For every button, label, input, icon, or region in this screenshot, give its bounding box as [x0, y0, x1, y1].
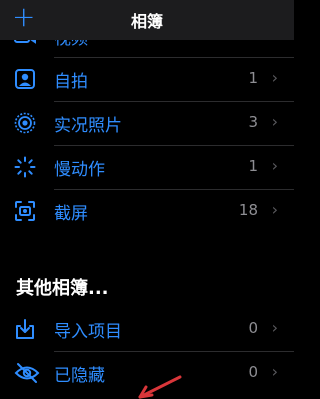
album-row-imports[interactable]: 导入项目 0 ›: [0, 307, 294, 351]
album-count: 1: [248, 69, 258, 87]
annotation-arrow-icon: [138, 375, 182, 399]
hidden-eye-icon: [14, 362, 40, 384]
album-row-live-photos[interactable]: 实况照片 3 ›: [0, 101, 294, 145]
import-icon: [14, 318, 36, 340]
live-photo-icon: [14, 112, 36, 134]
chevron-right-icon: ›: [271, 362, 278, 381]
chevron-right-icon: ›: [271, 112, 278, 131]
album-label: 慢动作: [54, 160, 105, 180]
screenshot-icon: [14, 200, 36, 222]
album-count: 3: [248, 113, 258, 131]
album-label: 自拍: [54, 72, 88, 92]
selfie-icon: [14, 68, 36, 90]
section-title-other-albums: 其他相簿...: [16, 278, 109, 299]
album-count: 1: [248, 157, 258, 175]
chevron-right-icon: ›: [271, 68, 278, 87]
navigation-bar: + 相簿: [0, 0, 294, 40]
chevron-right-icon: ›: [271, 200, 278, 219]
album-row-slow-motion[interactable]: 慢动作 1 ›: [0, 145, 294, 189]
album-row-selfie[interactable]: 自拍 1 ›: [0, 57, 294, 101]
album-label: 导入项目: [54, 322, 122, 342]
chevron-right-icon: ›: [271, 318, 278, 337]
album-count: 18: [238, 201, 258, 219]
album-row-screenshots[interactable]: 截屏 18 ›: [0, 189, 294, 233]
page-title: 相簿: [130, 12, 163, 31]
album-count: 0: [248, 319, 258, 337]
album-count: 0: [248, 363, 258, 381]
album-label: 已隐藏: [54, 366, 105, 386]
album-label: 实况照片: [54, 116, 122, 136]
album-label: 截屏: [54, 204, 88, 224]
slow-motion-icon: [14, 156, 36, 178]
chevron-right-icon: ›: [271, 156, 278, 175]
